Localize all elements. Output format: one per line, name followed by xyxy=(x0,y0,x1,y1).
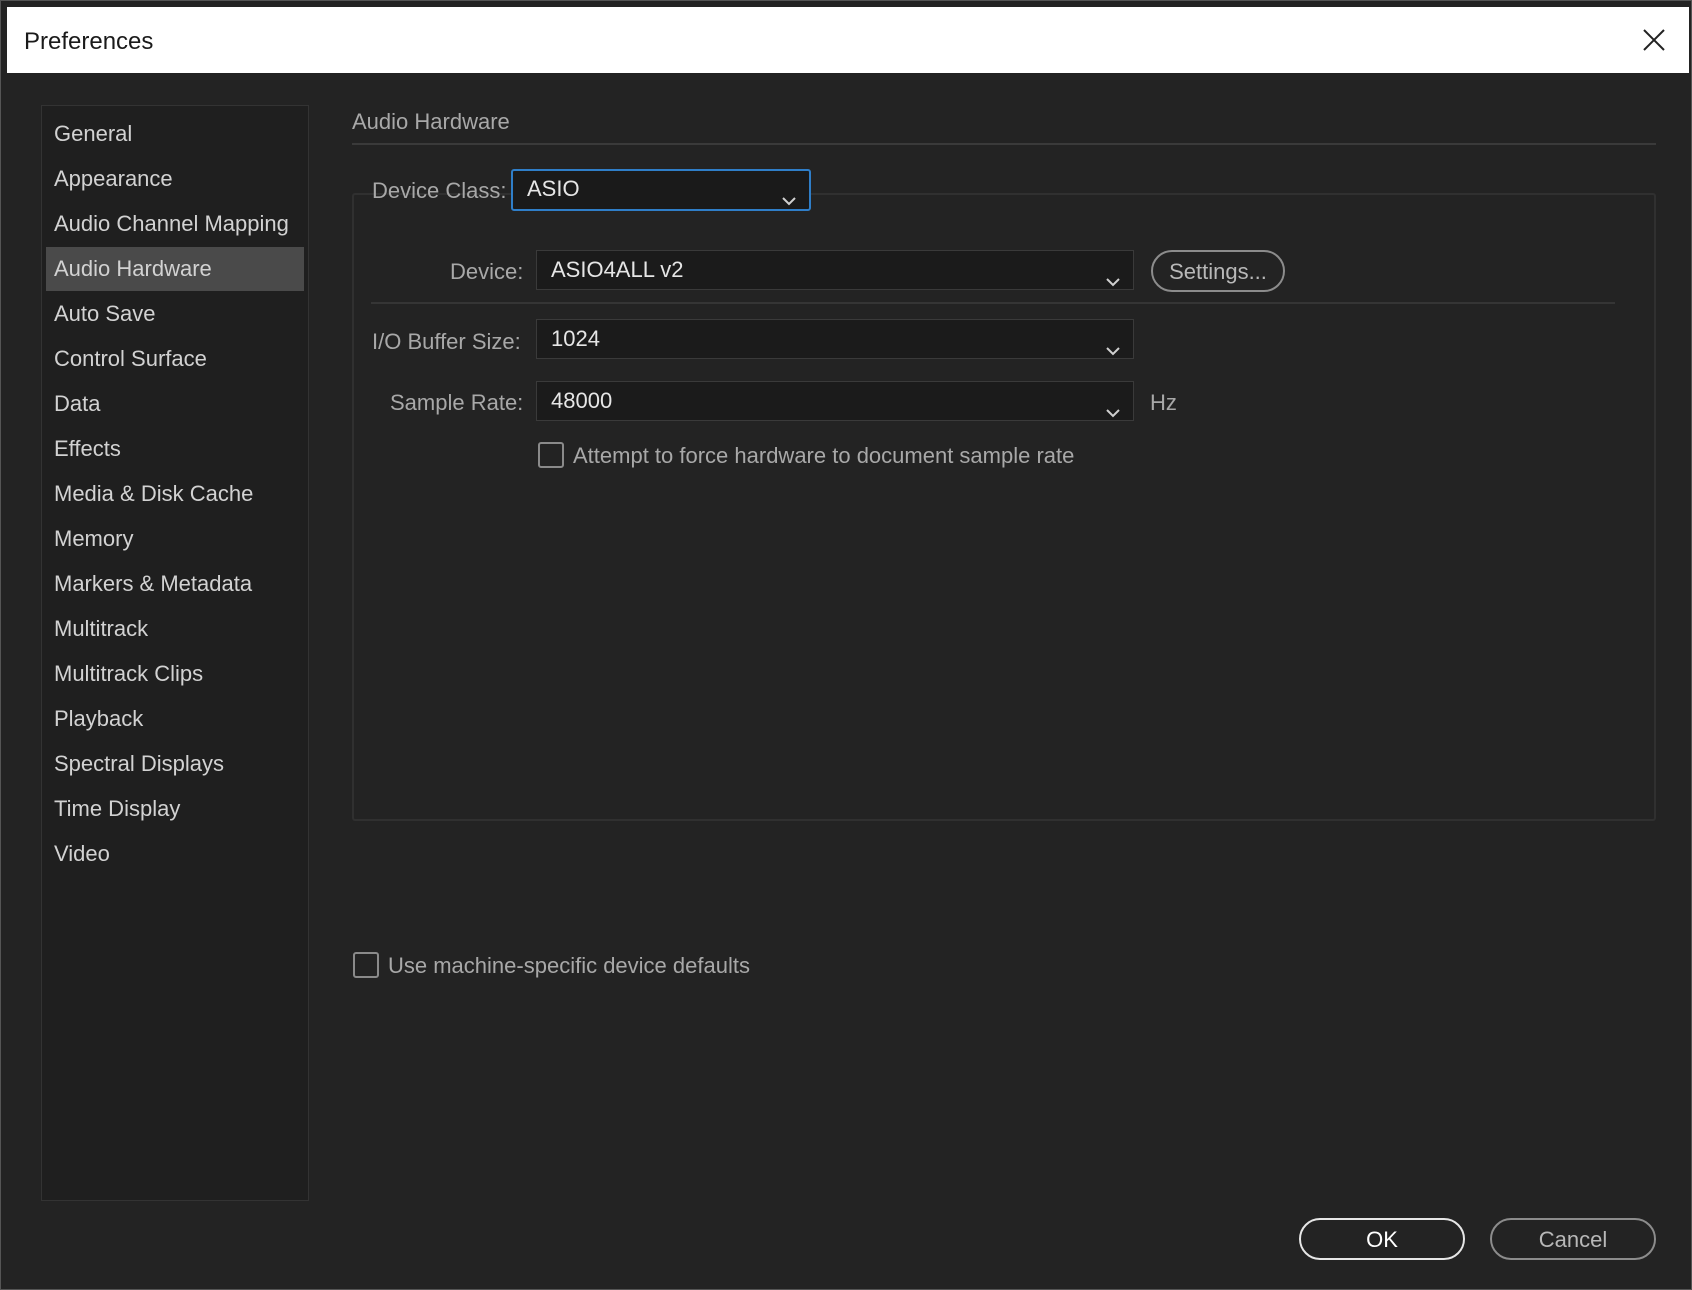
device-divider xyxy=(371,302,1615,304)
buffer-size-label: I/O Buffer Size: xyxy=(372,329,521,354)
preferences-dialog: Preferences General Appearance Audio Cha… xyxy=(0,0,1692,1290)
device-class-value: ASIO xyxy=(527,176,580,201)
device-label: Device: xyxy=(450,259,524,284)
force-sample-rate-checkbox[interactable] xyxy=(538,442,564,468)
section-divider xyxy=(352,143,1656,145)
dialog-title: Preferences xyxy=(24,28,154,55)
device-value: ASIO4ALL v2 xyxy=(551,257,684,282)
sidebar-item-spectral-displays[interactable]: Spectral Displays xyxy=(46,742,304,786)
device-select[interactable]: ASIO4ALL v2 xyxy=(536,250,1134,290)
sidebar-item-auto-save[interactable]: Auto Save xyxy=(46,292,304,336)
sidebar-item-audio-channel-mapping[interactable]: Audio Channel Mapping xyxy=(46,202,304,246)
sample-rate-unit: Hz xyxy=(1150,390,1177,415)
sidebar-item-multitrack-clips[interactable]: Multitrack Clips xyxy=(46,652,304,696)
sidebar-item-time-display[interactable]: Time Display xyxy=(46,787,304,831)
sample-rate-label: Sample Rate: xyxy=(390,390,524,415)
sidebar-item-general[interactable]: General xyxy=(46,112,304,156)
sidebar-item-multitrack[interactable]: Multitrack xyxy=(46,607,304,651)
machine-defaults-checkbox[interactable] xyxy=(353,952,379,978)
sidebar-item-media-disk-cache[interactable]: Media & Disk Cache xyxy=(46,472,304,516)
sample-rate-select[interactable]: 48000 xyxy=(536,381,1134,421)
sidebar-item-video[interactable]: Video xyxy=(46,832,304,876)
chevron-down-icon xyxy=(1105,394,1121,418)
buffer-size-select[interactable]: 1024 xyxy=(536,319,1134,359)
device-class-label: Device Class: xyxy=(372,178,507,203)
machine-defaults-label[interactable]: Use machine-specific device defaults xyxy=(388,953,750,979)
sidebar-item-control-surface[interactable]: Control Surface xyxy=(46,337,304,381)
device-settings-button[interactable]: Settings... xyxy=(1151,250,1285,292)
sidebar-item-appearance[interactable]: Appearance xyxy=(46,157,304,201)
cancel-button[interactable]: Cancel xyxy=(1490,1218,1656,1260)
close-icon[interactable] xyxy=(1635,21,1673,59)
sidebar-item-playback[interactable]: Playback xyxy=(46,697,304,741)
force-sample-rate-label[interactable]: Attempt to force hardware to document sa… xyxy=(573,443,1074,469)
title-bar: Preferences xyxy=(7,7,1689,73)
chevron-down-icon xyxy=(1105,332,1121,356)
sidebar-item-effects[interactable]: Effects xyxy=(46,427,304,471)
sample-rate-value: 48000 xyxy=(551,388,613,413)
ok-button[interactable]: OK xyxy=(1299,1218,1465,1260)
preferences-category-list: General Appearance Audio Channel Mapping… xyxy=(41,105,309,1201)
sidebar-item-markers-metadata[interactable]: Markers & Metadata xyxy=(46,562,304,606)
section-title: Audio Hardware xyxy=(352,109,510,134)
chevron-down-icon xyxy=(1105,263,1121,287)
device-class-select[interactable]: ASIO xyxy=(511,169,811,211)
sidebar-item-data[interactable]: Data xyxy=(46,382,304,426)
chevron-down-icon xyxy=(781,183,797,206)
sidebar-item-audio-hardware[interactable]: Audio Hardware xyxy=(46,247,304,291)
buffer-size-value: 1024 xyxy=(551,326,600,351)
sidebar-item-memory[interactable]: Memory xyxy=(46,517,304,561)
